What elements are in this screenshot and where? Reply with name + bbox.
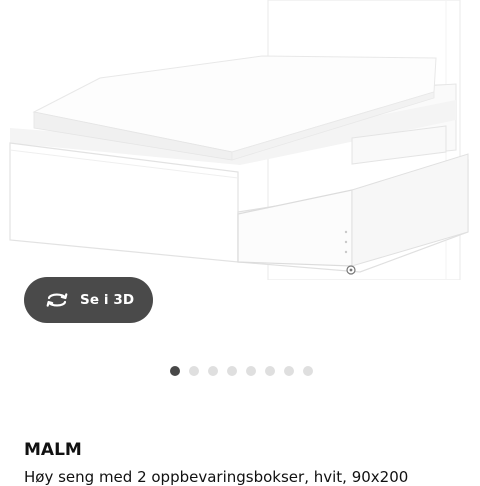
carousel-dot[interactable] <box>170 366 180 376</box>
carousel-dot[interactable] <box>189 366 199 376</box>
product-description: Høy seng med 2 oppbevaringsbokser, hvit,… <box>24 468 409 486</box>
carousel-dot[interactable] <box>265 366 275 376</box>
product-name: MALM <box>24 440 82 460</box>
carousel-dots <box>170 366 313 376</box>
view-3d-button[interactable]: Se i 3D <box>24 277 153 323</box>
carousel-dot[interactable] <box>284 366 294 376</box>
carousel-dot[interactable] <box>227 366 237 376</box>
rotate-3d-icon <box>46 293 68 307</box>
view-3d-label: Se i 3D <box>80 292 135 308</box>
carousel-dot[interactable] <box>208 366 218 376</box>
carousel-dot[interactable] <box>303 366 313 376</box>
carousel-dot[interactable] <box>246 366 256 376</box>
product-image[interactable] <box>0 0 480 280</box>
bed-illustration <box>9 0 469 280</box>
